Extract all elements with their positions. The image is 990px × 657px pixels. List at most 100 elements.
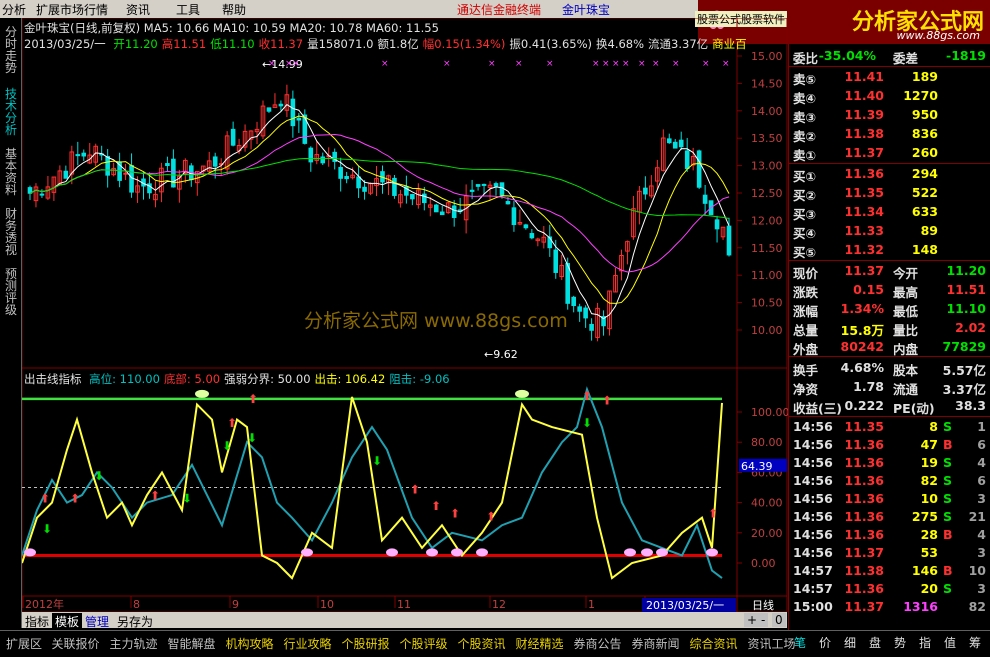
bar-date: 2013/03/25/一 [24,37,106,51]
tick-volume: 82 [920,473,938,488]
nav-technical[interactable]: 技术分析 [2,88,20,136]
footer-tab[interactable]: 综合资讯 [690,635,738,652]
buy-price: 11.33 [844,223,884,238]
quote-tab[interactable]: 细 [844,634,856,651]
footer-tab[interactable]: 行业攻略 [284,635,332,652]
nav-fundamentals[interactable]: 基本资料 [2,148,20,196]
tab-indicator[interactable]: 指标 [22,613,52,630]
ohlc-item: 高11.51 [161,37,207,51]
ind-tick-label: 0.00 [751,557,776,570]
menu-help[interactable]: 帮助 [222,1,246,18]
ohlc-item: 收11.37 [258,37,304,51]
quote-tab[interactable]: 价 [819,634,831,651]
price-tick-label: 14.00 [751,105,783,118]
tick-count: 21 [968,509,986,524]
signal-mark: × [722,59,730,69]
menu-extended-market[interactable]: 扩展市场行情 [36,1,108,18]
nav-financials[interactable]: 财务透视 [2,208,20,256]
candle-body [278,103,284,107]
stat-value: 0.222 [844,398,884,413]
tick-time: 14:57 [793,563,833,578]
tick-count: 1 [977,419,986,434]
candle-body [702,194,708,204]
chart-bottom-bar: 指标 模板 管理 另存为 + - 0 [22,612,787,630]
price-tick-label: 11.50 [751,242,783,255]
bottom-dot [624,548,636,557]
nav-intraday[interactable]: 分时走势 [2,26,20,74]
stock-name-title: 金叶珠宝 [562,3,611,17]
menu-tools[interactable]: 工具 [176,1,200,18]
reset-button[interactable]: 0 [772,613,786,627]
tick-count: 3 [977,491,986,506]
quote-tab[interactable]: 盘 [869,634,881,651]
stat-label: 今开 [893,266,919,281]
stat-value: 11.20 [946,263,986,278]
indicator-title: 出击线指标 [24,372,82,386]
tick-price: 11.38 [844,563,884,578]
date-box-text: 2013/03/25/一 [646,599,724,612]
tick-price: 11.36 [844,527,884,542]
buy-level-label: 买② [793,188,817,203]
footer-tab[interactable]: 财经精选 [516,635,564,652]
quote-tab[interactable]: 筹 [969,634,981,651]
buy-price: 11.36 [844,166,884,181]
quote-tab[interactable]: 势 [894,634,906,651]
ohlc-item: 幅0.15(1.34%) [422,37,506,51]
bottom-dot [24,548,36,557]
stat-label: 最高 [893,285,919,300]
ind-tick-label: 40.00 [751,497,783,510]
footer-tab[interactable]: 个股资讯 [458,635,506,652]
price-tick-label: 12.00 [751,214,783,227]
tick-side: S [943,581,953,596]
up-arrow-icon: ⬆ [40,492,50,506]
sell-level-label: 卖② [793,129,817,144]
stat-value: 1.34% [840,301,884,316]
kline-chart[interactable]: ⬇ ⬇ ⬇ ⬇ ⬇ ⬇ ⬇ ⬆ ⬆ ⬆ ⬆ ⬆ ⬆ ⬆ ⬆ ⬆ ⬆ ⬆ ⬆ 15.00 14.50 14.00 13.50… [22,18,788,612]
footer-tab[interactable]: 扩展区 [6,635,42,652]
menu-analysis[interactable]: 分析 [2,1,26,18]
footer-tab[interactable]: 主力轨迹 [110,635,158,652]
tab-manage[interactable]: 管理 [82,613,112,630]
sell-volume: 189 [911,69,938,84]
stat-value: 5.57亿 [942,363,986,378]
nav-forecast[interactable]: 预测评级 [2,268,20,316]
sell-level-label: 卖① [793,148,817,163]
footer-tab[interactable]: 智能解盘 [168,635,216,652]
buy-price: 11.34 [844,204,884,219]
tick-side: S [943,419,953,434]
tick-count: 6 [977,473,986,488]
quote-tab[interactable]: 笔 [794,634,806,651]
candle-body [643,187,648,195]
stat-label: 总量 [793,323,819,338]
sell-volume: 1270 [903,88,938,103]
tick-time: 14:56 [793,527,833,542]
down-arrow-icon: ⬇ [247,431,257,445]
footer-tab[interactable]: 个股研报 [342,635,390,652]
high-dot [195,389,209,398]
footer-tab[interactable]: 券商公告 [574,635,622,652]
time-label: 11 [397,598,411,611]
divider [789,416,990,417]
candle-body [105,155,110,176]
tab-save-as[interactable]: 另存为 [114,613,156,630]
candle-body [320,156,326,164]
signal-mark: × [488,59,496,69]
up-arrow-icon: ⬆ [410,483,420,497]
footer-tab[interactable]: 机构攻略 [226,635,274,652]
tick-volume: 8 [929,419,938,434]
tick-price: 11.37 [844,599,884,614]
candle-body [726,225,732,256]
menu-info[interactable]: 资讯 [126,1,150,18]
footer-tab[interactable]: 个股评级 [400,635,448,652]
ma-line [29,134,730,273]
zoom-out-button[interactable]: - [758,613,769,627]
footer-tab[interactable]: 关联报价 [52,635,100,652]
buy-volume: 522 [911,185,938,200]
ohlc-item: 流通3.37亿 [648,37,709,51]
tab-template[interactable]: 模板 [52,613,83,630]
down-arrow-icon: ⬇ [582,416,592,430]
quote-tab[interactable]: 指 [919,634,931,651]
divider [789,260,990,261]
quote-tab[interactable]: 值 [944,634,956,651]
footer-tab[interactable]: 券商新闻 [632,635,680,652]
